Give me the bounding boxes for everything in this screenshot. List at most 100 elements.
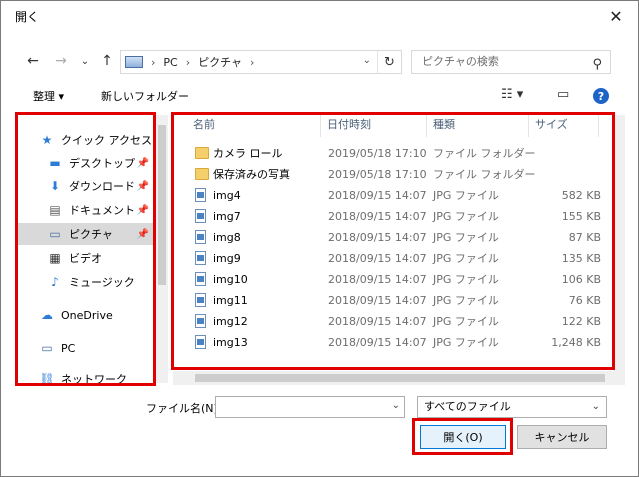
nav-item-label: デスクトップ [69,157,135,170]
recent-locations-chevron-icon[interactable]: ⌄ [75,51,95,71]
column-header-size[interactable]: サイズ [529,115,599,137]
filename-input[interactable]: ⌄ [215,396,405,418]
file-row[interactable]: img8 2018/09/15 14:07 JPG ファイル 87 KB [173,227,603,248]
file-type: JPG ファイル [433,273,499,286]
back-arrow-icon[interactable]: ← [23,51,43,71]
navigation-pane: ★ クイック アクセス ▬ デスクトップ 📌 ⬇ ダウンロード 📌 ▤ ドキュメ… [17,115,155,383]
pin-icon[interactable]: 📌 [137,229,149,240]
breadcrumb-separator-icon[interactable]: › [186,56,190,69]
file-type: JPG ファイル [433,210,499,223]
file-row[interactable]: img13 2018/09/15 14:07 JPG ファイル 1,248 KB [173,332,603,353]
nav-item-documents[interactable]: ▤ ドキュメント 📌 [17,199,155,221]
file-size: 1,248 KB [551,336,601,349]
file-row[interactable]: img4 2018/09/15 14:07 JPG ファイル 582 KB [173,185,603,206]
navigation-pane-scrollbar[interactable] [156,115,168,383]
breadcrumb-separator-icon[interactable]: › [151,56,155,69]
preview-pane-icon[interactable]: ▭ [557,87,569,102]
nav-item-quick-access[interactable]: ★ クイック アクセス [17,129,155,151]
file-date: 2019/05/18 17:10 [328,168,427,181]
scrollbar-thumb[interactable] [158,125,166,285]
file-name: img11 [213,294,248,307]
file-date: 2018/09/15 14:07 [328,210,427,223]
address-bar[interactable]: › PC › ピクチャ › ⌄ ↻ [120,50,402,74]
file-row[interactable]: img12 2018/09/15 14:07 JPG ファイル 122 KB [173,311,603,332]
file-name: img13 [213,336,248,349]
file-date: 2018/09/15 14:07 [328,315,427,328]
breadcrumb-pc[interactable]: PC [163,56,177,69]
new-folder-button[interactable]: 新しいフォルダー [101,88,189,104]
nav-item-network[interactable]: ⛓ ネットワーク [17,368,155,383]
file-date: 2018/09/15 14:07 [328,231,427,244]
file-type-select[interactable]: すべてのファイル ⌄ [417,396,607,418]
column-header-name[interactable]: 名前 [187,115,321,137]
desktop-icon: ▬ [49,156,61,170]
file-name: img8 [213,231,241,244]
title-bar: 開く ✕ [1,1,638,31]
file-name: img9 [213,252,241,265]
image-file-icon [195,314,206,328]
nav-item-pc[interactable]: ▭ PC [17,337,155,359]
image-file-icon [195,293,206,307]
file-row[interactable]: img10 2018/09/15 14:07 JPG ファイル 106 KB [173,269,603,290]
nav-item-videos[interactable]: ▦ ビデオ [17,247,155,269]
help-icon[interactable]: ? [593,88,609,104]
open-button[interactable]: 開く(O) [420,425,506,449]
download-icon: ⬇ [49,179,61,193]
nav-item-music[interactable]: ♪ ミュージック [17,271,155,293]
image-file-icon [195,272,206,286]
folder-row[interactable]: 保存済みの写真 2019/05/18 17:10 ファイル フォルダー [173,164,603,185]
pin-icon[interactable]: 📌 [137,158,149,169]
up-arrow-icon[interactable]: ↑ [97,51,117,71]
pin-icon[interactable]: 📌 [137,205,149,216]
file-row[interactable]: img9 2018/09/15 14:07 JPG ファイル 135 KB [173,248,603,269]
file-row[interactable]: img11 2018/09/15 14:07 JPG ファイル 76 KB [173,290,603,311]
nav-item-downloads[interactable]: ⬇ ダウンロード 📌 [17,175,155,197]
folder-row[interactable]: カメラ ロール 2019/05/18 17:10 ファイル フォルダー [173,143,603,164]
search-icon[interactable]: ⚲ [592,54,602,76]
file-list-horizontal-scrollbar[interactable] [173,371,625,385]
breadcrumb-separator-icon[interactable]: › [250,56,254,69]
nav-item-label: ビデオ [69,252,102,265]
pin-icon[interactable]: 📌 [137,181,149,192]
organize-button[interactable]: 整理 ▾ [33,88,64,104]
music-icon: ♪ [51,275,59,289]
column-header-tags[interactable]: タ [599,115,603,137]
cancel-button[interactable]: キャンセル [517,425,607,449]
command-bar: 整理 ▾ 新しいフォルダー ☷ ▾ ▭ ? [1,83,638,109]
nav-item-onedrive[interactable]: ☁ OneDrive [17,304,155,326]
file-row[interactable]: img7 2018/09/15 14:07 JPG ファイル 155 KB [173,206,603,227]
file-list-vertical-scrollbar[interactable] [613,115,625,371]
nav-item-label: ミュージック [69,276,135,289]
pictures-icon: ▭ [49,227,61,241]
image-file-icon [195,188,206,202]
file-type: ファイル フォルダー [433,147,536,160]
change-view-icon[interactable]: ☷ ▾ [501,87,523,102]
column-header-type[interactable]: 種類 [427,115,529,137]
file-date: 2018/09/15 14:07 [328,189,427,202]
nav-item-label: クイック アクセス [61,134,152,147]
refresh-icon[interactable]: ↻ [377,51,401,73]
file-size: 87 KB [568,231,601,244]
image-file-icon [195,335,206,349]
search-input[interactable]: ピクチャの検索 ⚲ [411,50,611,74]
star-icon: ★ [41,133,53,147]
nav-item-desktop[interactable]: ▬ デスクトップ 📌 [17,152,155,174]
nav-item-pictures[interactable]: ▭ ピクチャ 📌 [17,223,155,245]
forward-arrow-icon[interactable]: → [51,51,71,71]
file-list: 名前 日付時刻 種類 サイズ タ カメラ ロール 2019/05/18 17:10… [173,115,603,367]
file-size: 122 KB [561,315,601,328]
file-size: 106 KB [561,273,601,286]
document-icon: ▤ [49,203,61,217]
pc-icon: ▭ [41,341,53,355]
file-name: img10 [213,273,248,286]
file-type-chevron-icon[interactable]: ⌄ [592,397,600,417]
close-icon[interactable]: ✕ [594,1,638,31]
breadcrumb-pictures[interactable]: ピクチャ [198,54,242,70]
filename-dropdown-chevron-icon[interactable]: ⌄ [392,400,400,411]
image-file-icon [195,251,206,265]
scrollbar-thumb[interactable] [195,374,605,382]
column-header-date[interactable]: 日付時刻 [321,115,427,137]
file-size [529,164,601,185]
nav-item-label: ネットワーク [61,373,127,383]
address-history-chevron-icon[interactable]: ⌄ [363,55,371,66]
